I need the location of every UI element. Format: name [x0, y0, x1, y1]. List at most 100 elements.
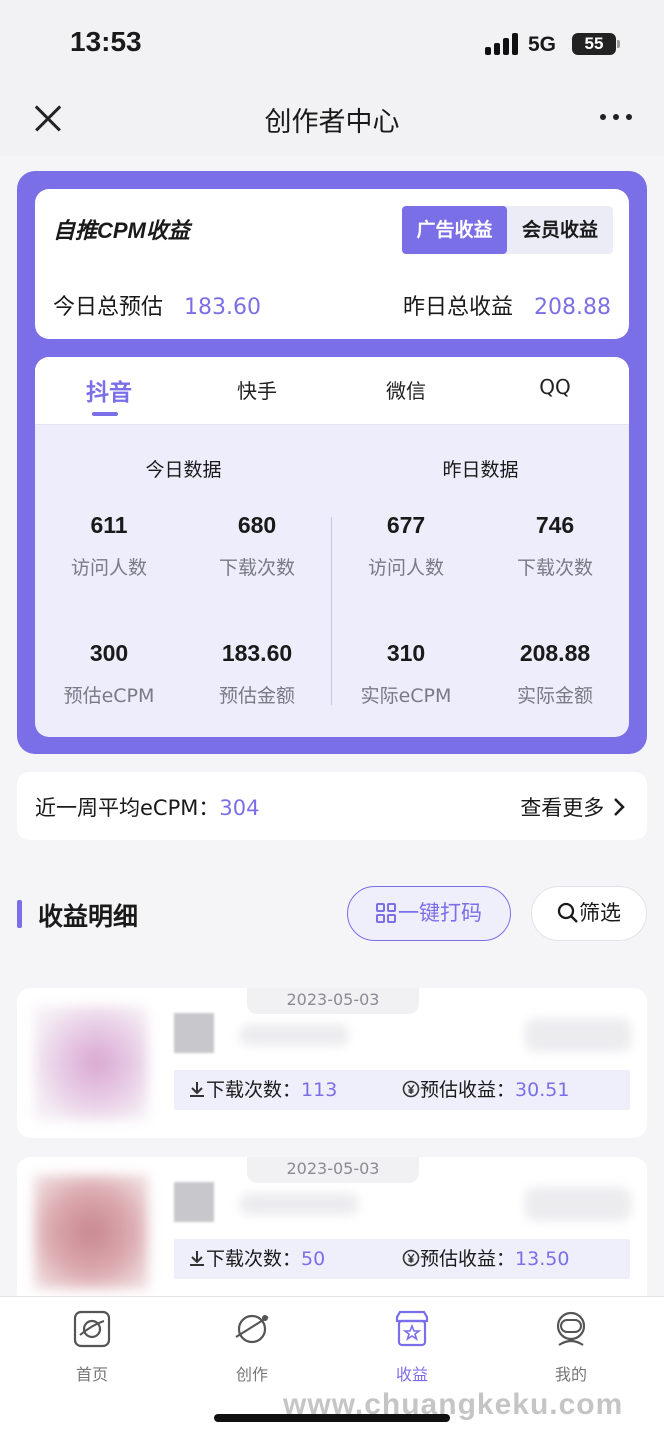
weekly-ecpm-label: 近一周平均eCPM： — [35, 796, 220, 820]
nav-bar: 创作者中心 — [0, 86, 664, 156]
stat-value: 680 — [237, 512, 277, 538]
item-thumbnail — [34, 1006, 148, 1120]
signal-icon — [485, 33, 519, 55]
item-stats: 下载次数：50 预估收益：13.50 — [174, 1239, 630, 1279]
one-click-mask-label: 一键打码 — [398, 901, 482, 925]
tab-income[interactable]: 收益 — [372, 1309, 452, 1385]
item-downloads: 下载次数：50 — [188, 1239, 325, 1279]
blurred-title — [239, 1024, 349, 1046]
more-icon[interactable] — [600, 114, 634, 122]
weekly-ecpm-value: 304 — [219, 796, 260, 820]
blurred-info — [525, 1187, 631, 1221]
today-total-label: 今日总预估 — [53, 295, 164, 320]
weekly-ecpm: 近一周平均eCPM：304 — [35, 792, 259, 822]
today-data-label: 今日数据 — [145, 459, 222, 481]
cpm-title: 自推CPM收益 — [53, 218, 190, 243]
status-time: 13:53 — [70, 26, 142, 57]
astronaut-icon — [556, 1311, 586, 1346]
tab-wechat[interactable]: 微信 — [332, 375, 480, 404]
tab-label: 创作 — [235, 1365, 268, 1384]
avatar — [174, 1182, 214, 1222]
blurred-title — [239, 1193, 359, 1215]
yesterday-total-value: 208.88 — [534, 295, 611, 320]
today-total-value: 183.60 — [184, 295, 261, 320]
battery-level: 55 — [584, 34, 604, 53]
section-accent-bar — [17, 900, 22, 928]
battery-icon: 55 — [572, 33, 616, 55]
yuan-icon — [402, 1080, 420, 1098]
stat-value: 183.60 — [221, 640, 293, 666]
tab-create[interactable]: 创作 — [212, 1309, 292, 1385]
stat-label: 实际eCPM — [360, 685, 452, 707]
network-type: 5G — [528, 33, 557, 56]
stat-value: 208.88 — [519, 640, 591, 666]
stat-label: 访问人数 — [70, 557, 147, 579]
filter-button[interactable]: 筛选 — [531, 886, 647, 941]
yesterday-downloads: 746 下载次数 — [481, 512, 629, 580]
tab-kuaishou[interactable]: 快手 — [183, 375, 331, 404]
platform-tabs: 抖音 快手 微信 QQ — [35, 357, 629, 425]
income-detail-title: 收益明细 — [38, 902, 139, 931]
tab-qq[interactable]: QQ — [481, 375, 629, 399]
view-more-label: 查看更多 — [520, 796, 605, 820]
status-bar: 13:53 5G 55 — [0, 0, 664, 86]
shop-icon — [395, 1310, 429, 1347]
tab-label: 首页 — [75, 1365, 108, 1384]
stat-value: 746 — [535, 512, 575, 538]
today-ecpm: 300 预估eCPM — [35, 640, 183, 708]
item-stats: 下载次数：113 预估收益：30.51 — [174, 1070, 630, 1110]
item-income: 预估收益：30.51 — [402, 1070, 569, 1110]
stat-label: 预估eCPM — [63, 685, 155, 707]
stat-label: 下载次数 — [516, 557, 593, 579]
income-value: 13.50 — [515, 1248, 570, 1270]
page-title: 创作者中心 — [264, 107, 400, 138]
search-icon — [557, 902, 578, 923]
home-indicator — [214, 1414, 450, 1422]
list-item[interactable]: 2023-05-03 下载次数：113 预估收益：30.51 — [17, 988, 647, 1138]
item-date: 2023-05-03 — [247, 1157, 419, 1183]
tab-label: 我的 — [554, 1365, 587, 1384]
yesterday-amount: 208.88 实际金额 — [481, 640, 629, 708]
avatar — [174, 1013, 214, 1053]
yesterday-ecpm: 310 实际eCPM — [332, 640, 480, 708]
stat-value: 300 — [89, 640, 129, 666]
cpm-summary-card: 自推CPM收益 广告收益 会员收益 今日总预估 183.60 昨日总收益 208… — [35, 189, 629, 339]
item-income: 预估收益：13.50 — [402, 1239, 569, 1279]
one-click-mask-button[interactable]: 一键打码 — [347, 886, 511, 941]
grid-icon — [376, 903, 396, 923]
download-icon — [190, 1082, 204, 1097]
downloads-value: 113 — [301, 1079, 338, 1101]
tab-douyin[interactable]: 抖音 — [35, 373, 183, 407]
ad-income-tab[interactable]: 广告收益 — [402, 206, 507, 254]
tab-home[interactable]: 首页 — [52, 1309, 132, 1385]
active-tab-indicator — [92, 412, 118, 416]
today-visitors: 611 访问人数 — [35, 512, 183, 580]
platform-data-card: 抖音 快手 微信 QQ 今日数据 昨日数据 611 访问人数 680 下载次数 … — [35, 357, 629, 737]
view-more-link[interactable]: 查看更多 — [520, 792, 625, 822]
item-date: 2023-05-03 — [247, 988, 419, 1014]
downloads-label: 下载次数： — [206, 1248, 302, 1270]
yesterday-total: 昨日总收益 208.88 — [403, 289, 611, 321]
yuan-icon — [402, 1249, 420, 1267]
yesterday-data-label: 昨日数据 — [442, 459, 519, 481]
income-type-switch: 广告收益 会员收益 — [402, 206, 613, 254]
stat-label: 实际金额 — [516, 685, 593, 707]
item-thumbnail — [34, 1175, 148, 1289]
filter-label: 筛选 — [579, 901, 621, 925]
chevron-right-icon — [614, 798, 625, 816]
battery-tip — [617, 40, 620, 48]
blurred-info — [525, 1018, 631, 1052]
tab-mine[interactable]: 我的 — [531, 1309, 611, 1385]
list-item[interactable]: 2023-05-03 下载次数：50 预估收益：13.50 — [17, 1157, 647, 1307]
stat-label: 预估金额 — [218, 685, 295, 707]
downloads-label: 下载次数： — [206, 1079, 302, 1101]
downloads-value: 50 — [301, 1248, 326, 1270]
stat-value: 677 — [386, 512, 426, 538]
income-value: 30.51 — [515, 1079, 570, 1101]
stat-label: 下载次数 — [218, 557, 295, 579]
income-label: 预估收益： — [420, 1079, 516, 1101]
planet-icon — [73, 1310, 111, 1348]
weekly-ecpm-bar[interactable]: 近一周平均eCPM：304 查看更多 — [17, 772, 647, 840]
member-income-tab[interactable]: 会员收益 — [507, 206, 613, 254]
today-total: 今日总预估 183.60 — [53, 289, 261, 321]
